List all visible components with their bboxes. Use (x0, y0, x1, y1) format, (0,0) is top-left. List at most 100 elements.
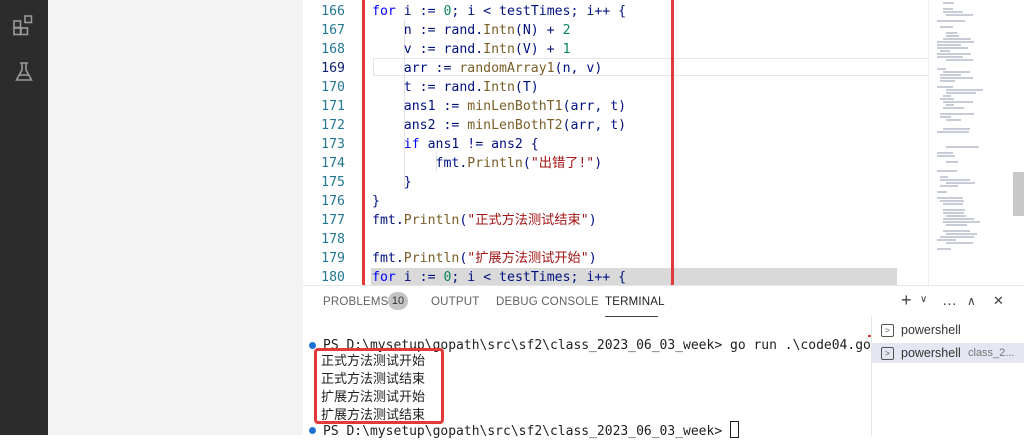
minimap-line (940, 200, 964, 202)
line-number: 168 (321, 42, 345, 57)
terminal-output-annotation-box (314, 348, 444, 424)
minimap-line (940, 80, 955, 82)
line-number: 167 (321, 23, 345, 38)
minimap-line (943, 221, 980, 223)
terminal-list: > powershell > powershell class_2... (871, 316, 1024, 436)
minimap-line (937, 86, 953, 88)
minimap-line (937, 53, 971, 55)
line-number: 176 (321, 194, 345, 209)
minimap-line (943, 212, 964, 214)
line-number: 177 (321, 213, 345, 228)
line-number: 170 (321, 80, 345, 95)
minimap-line (937, 248, 951, 250)
minimap-line (937, 56, 963, 58)
minimap-line (946, 104, 954, 106)
minimap-line (940, 236, 974, 238)
minimap-line (946, 182, 975, 184)
terminal-list-label: powershell (901, 346, 961, 360)
terminal-list-item-selected[interactable]: > powershell class_2... (872, 343, 1024, 363)
minimap-line (946, 32, 957, 34)
line-number: 172 (321, 118, 345, 133)
new-terminal-icon[interactable]: + (901, 290, 912, 311)
extensions-icon[interactable] (12, 13, 36, 37)
tab-terminal[interactable]: TERMINAL (605, 296, 665, 308)
minimap-line (943, 209, 965, 211)
minimap[interactable] (928, 0, 1013, 285)
minimap-line (940, 185, 958, 187)
minimap-line (943, 218, 974, 220)
minimap-line (943, 38, 971, 40)
tab-debug-console[interactable]: DEBUG CONSOLE (496, 296, 599, 308)
minimap-line (943, 107, 964, 109)
minimap-line (940, 50, 950, 52)
minimap-line (946, 92, 976, 94)
minimap-line (940, 26, 953, 28)
terminal-list-item[interactable]: > powershell (872, 320, 1024, 340)
minimap-line (937, 155, 955, 157)
minimap-line (946, 119, 961, 121)
line-number: 175 (321, 175, 345, 190)
tab-output[interactable]: OUTPUT (431, 296, 479, 308)
minimap-line (937, 44, 961, 46)
minimap-line (943, 8, 953, 10)
minimap-line (937, 68, 946, 70)
line-number: 180 (321, 270, 345, 285)
minimap-line (940, 77, 973, 79)
minimap-line (943, 95, 951, 97)
minimap-line (943, 128, 970, 130)
minimap-line (940, 98, 954, 100)
minimap-line (946, 35, 959, 37)
maximize-panel-icon[interactable]: ∧ (967, 294, 976, 308)
minimap-line (943, 203, 963, 205)
line-number: 166 (321, 4, 345, 19)
activity-bar (0, 0, 48, 435)
problems-count-badge: 10 (388, 292, 408, 310)
minimap-line (937, 239, 956, 241)
minimap-line (946, 224, 967, 226)
terminal-icon: > (881, 324, 894, 337)
minimap-line (946, 146, 979, 148)
bottom-panel: PROBLEMS 10 OUTPUT DEBUG CONSOLE TERMINA… (303, 285, 1024, 439)
sidebar-area (48, 0, 303, 435)
line-number: 178 (321, 232, 345, 247)
minimap-line (943, 230, 970, 232)
minimap-line (937, 170, 957, 172)
terminal-list-sublabel: class_2... (968, 347, 1015, 359)
minimap-line (940, 113, 974, 115)
minimap-line (937, 41, 974, 43)
chevron-down-icon[interactable]: ∨ (920, 294, 927, 305)
terminal-list-label: powershell (901, 323, 961, 337)
terminal-icon: > (881, 347, 894, 360)
code-editor[interactable]: 166 for i := 0; i < testTimes; i++ {167 n… (303, 0, 1024, 285)
minimap-line (937, 152, 953, 154)
minimap-line (937, 197, 963, 199)
close-panel-icon[interactable]: ✕ (993, 293, 1004, 309)
minimap-line (937, 191, 947, 193)
minimap-line (943, 71, 970, 73)
terminal-prompt-text: PS D:\mysetup\gopath\src\sf2\class_2023_… (323, 424, 730, 439)
more-actions-icon[interactable]: … (942, 292, 957, 309)
line-number: 173 (321, 137, 345, 152)
line-number: 179 (321, 251, 345, 266)
highlight-annotation-box (362, 0, 674, 285)
terminal-cursor (730, 421, 739, 438)
tab-problems[interactable]: PROBLEMS (323, 296, 389, 308)
testing-flask-icon[interactable] (12, 60, 36, 84)
minimap-line (946, 59, 973, 61)
line-number: 171 (321, 99, 345, 114)
minimap-line (946, 161, 958, 163)
minimap-line (940, 74, 961, 76)
terminal-prompt-decoration (309, 427, 316, 434)
minimap-line (940, 116, 951, 118)
scrollbar-thumb[interactable] (1013, 172, 1024, 216)
minimap-line (946, 14, 973, 16)
minimap-line (940, 179, 970, 181)
line-number: 169 (321, 61, 345, 76)
minimap-line (946, 89, 983, 91)
minimap-line (937, 20, 965, 22)
terminal-prompt-line[interactable]: PS D:\mysetup\gopath\src\sf2\class_2023_… (323, 421, 739, 441)
minimap-line (946, 215, 966, 217)
minimap-line (940, 176, 948, 178)
minimap-line (937, 47, 968, 49)
minimap-line (946, 233, 977, 235)
